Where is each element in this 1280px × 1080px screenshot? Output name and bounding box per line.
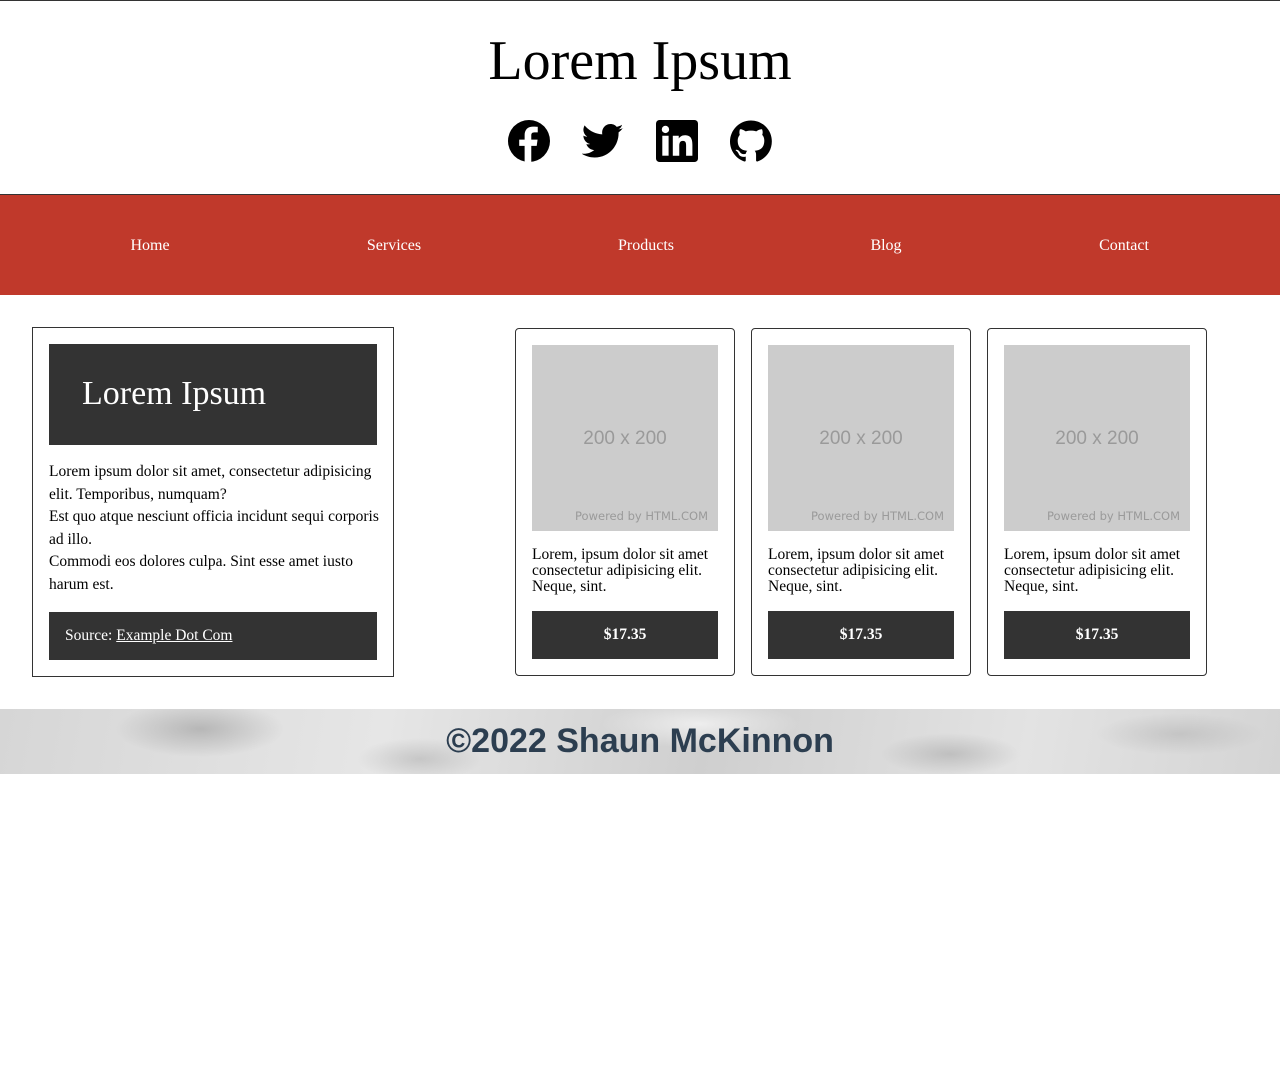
image-size-label: 200 x 200 xyxy=(1055,428,1139,449)
nav-products[interactable]: Products xyxy=(618,235,674,257)
feature-title: Lorem Ipsum xyxy=(82,375,267,412)
feature-body: Lorem ipsum dolor sit amet, consectetur … xyxy=(49,461,379,596)
image-credit: Powered by HTML.COM xyxy=(1047,509,1180,523)
site-footer: ©2022 Shaun McKinnon xyxy=(0,709,1280,774)
product-image-placeholder: 200 x 200 Powered by HTML.COM xyxy=(768,345,954,531)
product-image-placeholder: 200 x 200 Powered by HTML.COM xyxy=(532,345,718,531)
feature-source: Source: Example Dot Com xyxy=(49,612,377,660)
image-credit: Powered by HTML.COM xyxy=(811,509,944,523)
image-credit: Powered by HTML.COM xyxy=(575,509,708,523)
price-button[interactable]: $17.35 xyxy=(1004,611,1190,659)
feature-paragraph: Lorem ipsum dolor sit amet, consectetur … xyxy=(49,463,372,503)
nav-blog[interactable]: Blog xyxy=(870,235,901,257)
feature-card: Lorem Ipsum Lorem ipsum dolor sit amet, … xyxy=(32,327,394,677)
product-card: 200 x 200 Powered by HTML.COM Lorem, ips… xyxy=(751,328,971,676)
image-size-label: 200 x 200 xyxy=(819,428,903,449)
product-description: Lorem, ipsum dolor sit amet consectetur … xyxy=(532,546,709,595)
facebook-link[interactable] xyxy=(507,119,551,163)
price-button[interactable]: $17.35 xyxy=(768,611,954,659)
product-description: Lorem, ipsum dolor sit amet consectetur … xyxy=(1004,546,1181,595)
price-button[interactable]: $17.35 xyxy=(532,611,718,659)
product-image-placeholder: 200 x 200 Powered by HTML.COM xyxy=(1004,345,1190,531)
feature-paragraph: Est quo atque nesciunt officia incidunt … xyxy=(49,508,379,548)
footer-copyright: ©2022 Shaun McKinnon xyxy=(446,722,834,760)
source-prefix: Source: xyxy=(65,627,113,644)
image-size-label: 200 x 200 xyxy=(583,428,667,449)
twitter-icon xyxy=(582,124,624,158)
nav-services[interactable]: Services xyxy=(367,235,421,257)
feature-paragraph: Commodi eos dolores culpa. Sint esse ame… xyxy=(49,553,353,593)
twitter-link[interactable] xyxy=(581,119,625,163)
github-icon xyxy=(730,120,772,162)
facebook-icon xyxy=(508,120,550,162)
product-card: 200 x 200 Powered by HTML.COM Lorem, ips… xyxy=(515,328,735,676)
main-nav: Home Services Products Blog Contact xyxy=(0,194,1280,295)
feature-banner: Lorem Ipsum xyxy=(49,344,377,445)
github-link[interactable] xyxy=(729,119,773,163)
product-card: 200 x 200 Powered by HTML.COM Lorem, ips… xyxy=(987,328,1207,676)
site-title: Lorem Ipsum xyxy=(488,30,792,92)
site-header: Lorem Ipsum xyxy=(0,1,1280,194)
linkedin-icon xyxy=(656,120,698,162)
source-link[interactable]: Example Dot Com xyxy=(116,627,232,644)
nav-home[interactable]: Home xyxy=(130,235,169,257)
linkedin-link[interactable] xyxy=(655,119,699,163)
social-links xyxy=(0,119,1280,163)
product-description: Lorem, ipsum dolor sit amet consectetur … xyxy=(768,546,945,595)
nav-contact[interactable]: Contact xyxy=(1099,235,1149,257)
